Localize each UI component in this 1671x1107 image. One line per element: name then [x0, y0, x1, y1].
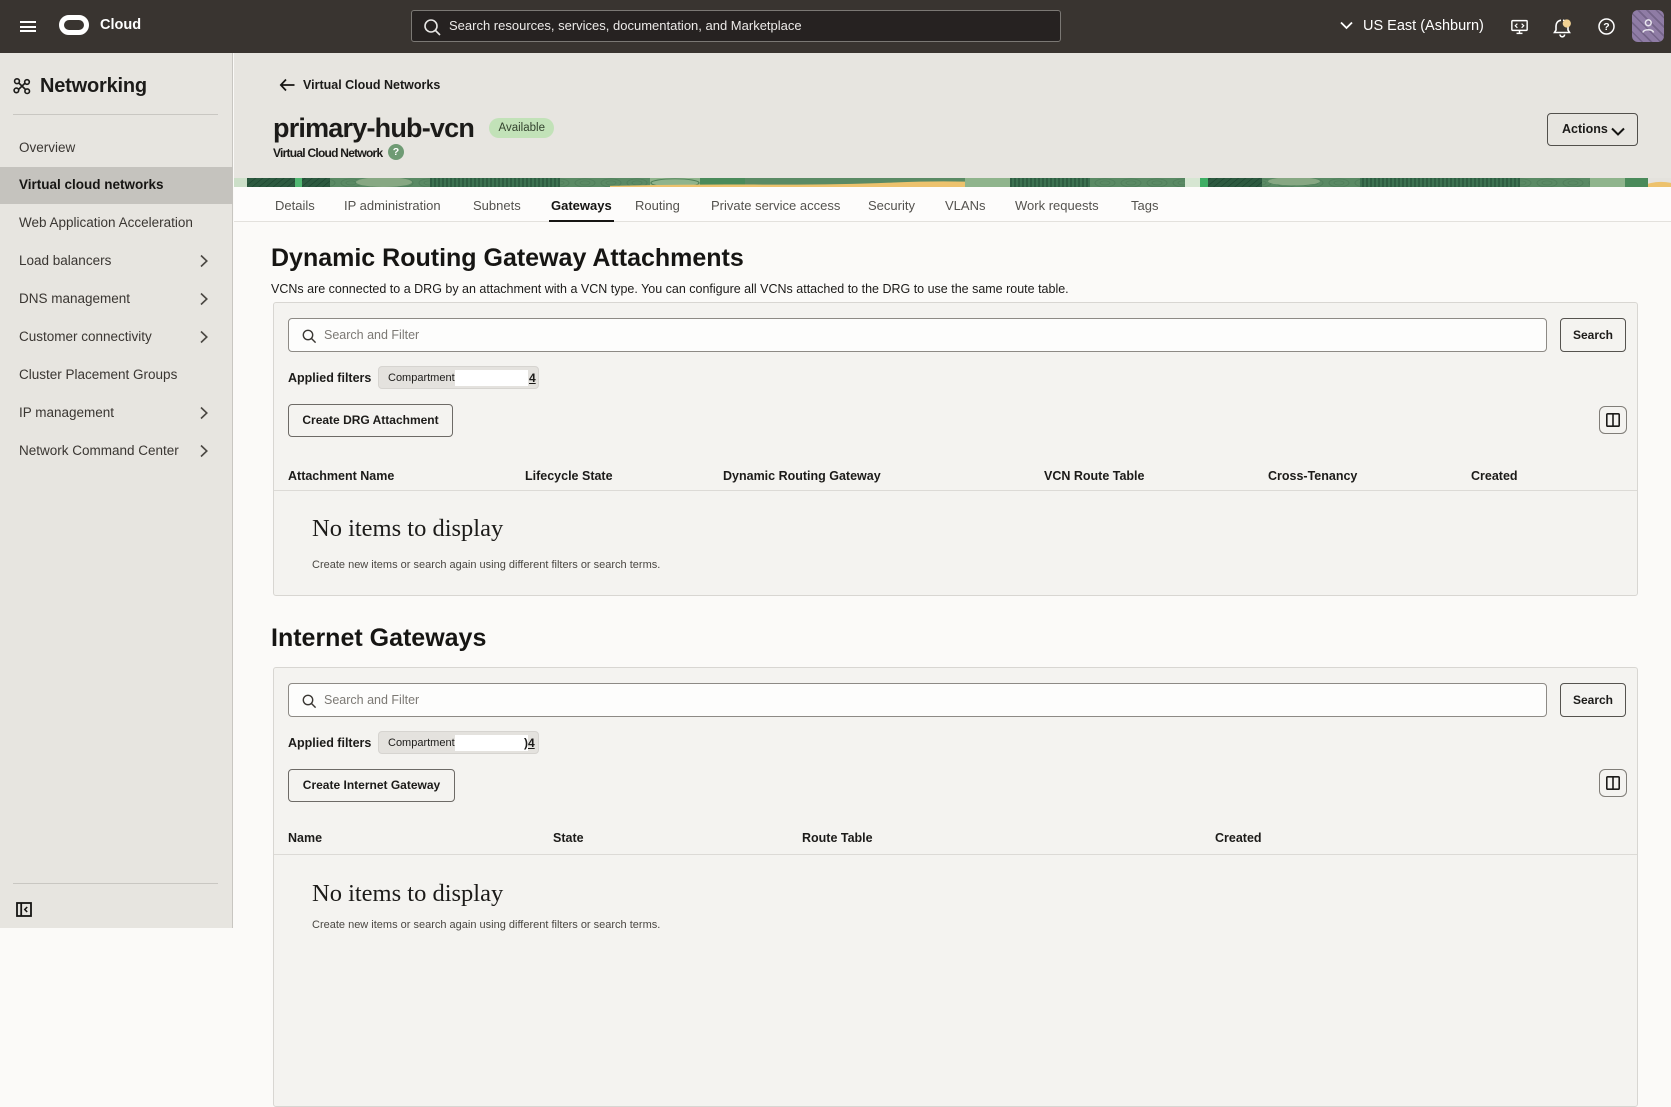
- svg-text:?: ?: [1603, 21, 1609, 33]
